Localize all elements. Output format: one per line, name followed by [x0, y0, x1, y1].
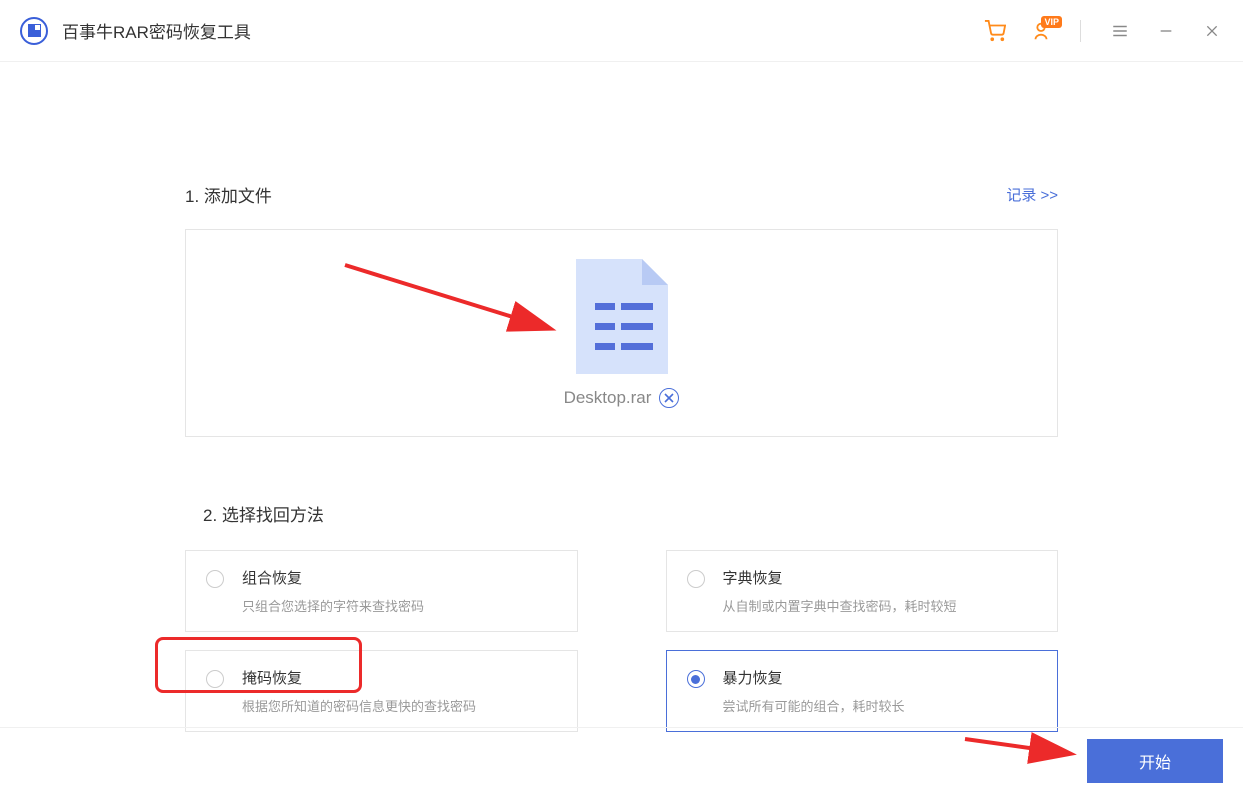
option-title: 掩码恢复 [242, 667, 476, 688]
option-title: 暴力恢复 [723, 667, 905, 688]
remove-file-icon[interactable] [659, 388, 679, 408]
option-desc: 只组合您选择的字符来查找密码 [242, 596, 424, 615]
app-logo-icon [20, 17, 48, 45]
section2-title: 2. 选择找回方法 [185, 487, 360, 540]
option-title: 字典恢复 [723, 567, 957, 588]
user-icon[interactable]: VIP [1030, 20, 1052, 42]
recovery-options: 组合恢复 只组合您选择的字符来查找密码 字典恢复 从自制或内置字典中查找密码，耗… [185, 550, 1058, 732]
menu-icon[interactable] [1109, 20, 1131, 42]
cart-icon[interactable] [984, 20, 1006, 42]
option-dictionary[interactable]: 字典恢复 从自制或内置字典中查找密码，耗时较短 [666, 550, 1059, 632]
history-link[interactable]: 记录 >> [1006, 184, 1058, 205]
start-button[interactable]: 开始 [1087, 739, 1223, 783]
close-icon[interactable] [1201, 20, 1223, 42]
option-desc: 从自制或内置字典中查找密码，耗时较短 [723, 596, 957, 615]
option-title: 组合恢复 [242, 567, 424, 588]
file-icon [576, 259, 668, 374]
option-desc: 根据您所知道的密码信息更快的查找密码 [242, 696, 476, 715]
radio-icon [687, 570, 705, 588]
radio-icon [206, 670, 224, 688]
minimize-icon[interactable] [1155, 20, 1177, 42]
titlebar: 百事牛RAR密码恢复工具 VIP [0, 0, 1243, 62]
vip-badge: VIP [1041, 16, 1062, 28]
footer: 开始 [0, 727, 1243, 793]
file-name: Desktop.rar [564, 388, 652, 408]
radio-icon [687, 670, 705, 688]
file-dropzone[interactable]: Desktop.rar [185, 229, 1058, 437]
option-bruteforce[interactable]: 暴力恢复 尝试所有可能的组合，耗时较长 [666, 650, 1059, 732]
titlebar-separator [1080, 20, 1081, 42]
app-title: 百事牛RAR密码恢复工具 [62, 18, 251, 43]
option-combination[interactable]: 组合恢复 只组合您选择的字符来查找密码 [185, 550, 578, 632]
radio-icon [206, 570, 224, 588]
section1-title: 1. 添加文件 [185, 182, 272, 207]
option-mask[interactable]: 掩码恢复 根据您所知道的密码信息更快的查找密码 [185, 650, 578, 732]
option-desc: 尝试所有可能的组合，耗时较长 [723, 696, 905, 715]
